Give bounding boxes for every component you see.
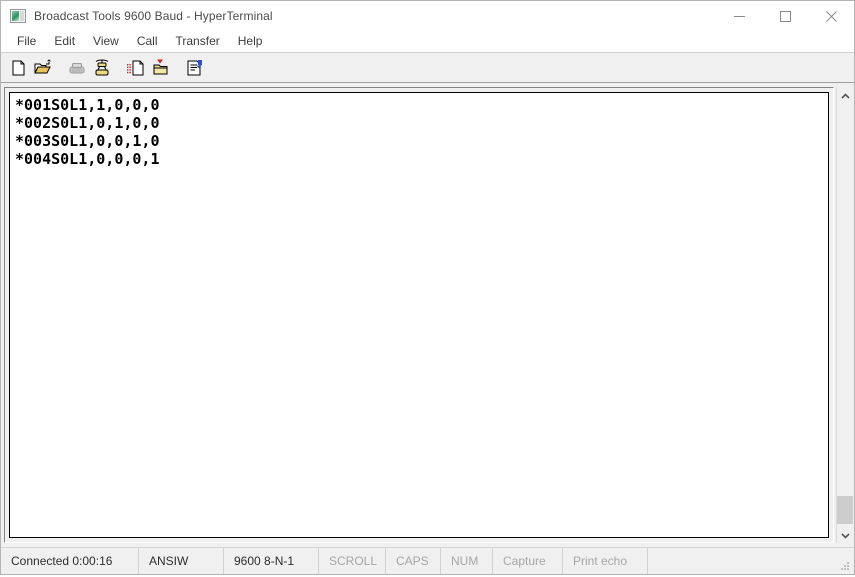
telephone-ringing-icon [93, 59, 111, 77]
scroll-down-button[interactable] [837, 526, 853, 543]
status-bar: Connected 0:00:16 ANSIW 9600 8-N-1 SCROL… [1, 547, 854, 574]
num-lock-indicator: NUM [441, 548, 493, 574]
disconnect-button[interactable] [64, 56, 89, 80]
send-file-icon [126, 59, 145, 77]
toolbar [1, 52, 854, 82]
toolbar-separator-2 [114, 56, 123, 80]
receive-file-button[interactable] [148, 56, 173, 80]
menu-bar: File Edit View Call Transfer Help [1, 31, 854, 52]
vertical-scrollbar[interactable] [836, 87, 853, 543]
scroll-up-button[interactable] [837, 87, 853, 104]
menu-item-view[interactable]: View [84, 33, 128, 50]
telephone-icon [68, 59, 86, 77]
minimize-button[interactable] [716, 1, 762, 31]
title-bar[interactable]: Broadcast Tools 9600 Baud - HyperTermina… [1, 1, 854, 31]
menu-item-transfer[interactable]: Transfer [167, 33, 229, 50]
terminal-line: *001S0L1,1,0,0,0 [15, 96, 160, 114]
connection-status: Connected 0:00:16 [1, 548, 139, 574]
chevron-up-icon [840, 87, 850, 105]
terminal-line: *004S0L1,0,0,0,1 [15, 150, 160, 168]
scrollbar-thumb[interactable] [837, 496, 853, 524]
caps-lock-indicator: CAPS [386, 548, 441, 574]
scrollbar-track[interactable] [837, 104, 853, 526]
new-page-icon [9, 59, 27, 77]
status-filler [648, 548, 854, 574]
new-connection-button[interactable] [5, 56, 30, 80]
hyperterminal-icon [10, 8, 26, 24]
emulation-status: ANSIW [139, 548, 224, 574]
window-controls [716, 1, 854, 31]
line-settings-status: 9600 8-N-1 [224, 548, 319, 574]
call-button[interactable] [89, 56, 114, 80]
menu-item-help[interactable]: Help [229, 33, 272, 50]
chevron-down-icon [840, 526, 850, 544]
receive-file-icon [152, 59, 170, 77]
window-title: Broadcast Tools 9600 Baud - HyperTermina… [34, 9, 273, 23]
terminal-frame: *001S0L1,1,0,0,0 *002S0L1,0,1,0,0 *003S0… [4, 87, 834, 543]
close-button[interactable] [808, 1, 854, 31]
scroll-lock-indicator: SCROLL [319, 548, 386, 574]
menu-item-file[interactable]: File [8, 33, 45, 50]
menu-item-edit[interactable]: Edit [45, 33, 84, 50]
menu-item-call[interactable]: Call [128, 33, 167, 50]
capture-indicator: Capture [493, 548, 563, 574]
properties-icon [186, 59, 204, 77]
terminal-line: *003S0L1,0,0,1,0 [15, 132, 160, 150]
client-area: *001S0L1,1,0,0,0 *002S0L1,0,1,0,0 *003S0… [1, 82, 854, 547]
toolbar-separator-1 [55, 56, 64, 80]
terminal-line: *002S0L1,0,1,0,0 [15, 114, 160, 132]
properties-button[interactable] [182, 56, 207, 80]
maximize-button[interactable] [762, 1, 808, 31]
hyperterminal-window: Broadcast Tools 9600 Baud - HyperTermina… [0, 0, 855, 575]
terminal-output[interactable]: *001S0L1,1,0,0,0 *002S0L1,0,1,0,0 *003S0… [9, 92, 829, 538]
resize-grip[interactable] [839, 559, 851, 571]
print-echo-indicator: Print echo [563, 548, 648, 574]
open-folder-icon [33, 58, 52, 77]
open-connection-button[interactable] [30, 56, 55, 80]
toolbar-separator-3 [173, 56, 182, 80]
send-file-button[interactable] [123, 56, 148, 80]
